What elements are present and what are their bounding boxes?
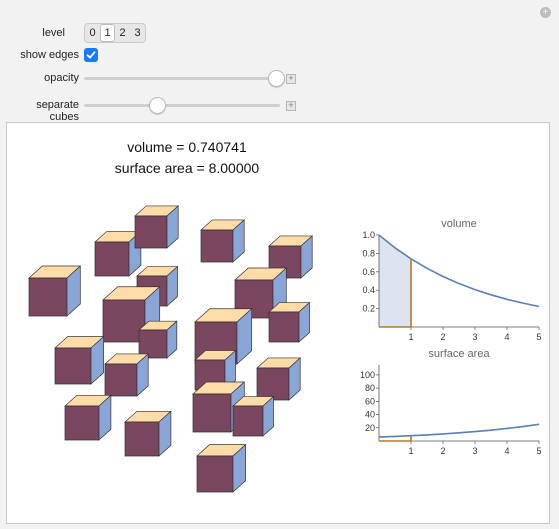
y-tick-label: 0.6 [362,267,375,277]
separate-cubes-label: separate cubes [36,99,79,123]
show-edges-checkbox[interactable] [84,48,98,62]
level-selector[interactable]: 0 1 2 3 [84,23,146,43]
chart-title: surface area [428,348,490,360]
x-tick-label: 3 [472,332,477,342]
y-tick-label: 1.0 [362,230,375,240]
cube [256,357,302,401]
y-tick-label: 0.8 [362,248,375,258]
area-fill [379,235,411,327]
level-option-1[interactable]: 1 [100,24,115,42]
separate-cubes-slider-track[interactable] [84,104,280,107]
cube [94,230,142,277]
x-tick-label: 4 [504,332,509,342]
volume-chart: volume 1 2 3 4 5 0.2 0.4 0.6 0.8 1.0 [362,218,541,342]
x-tick-label: 1 [408,446,413,456]
cube [124,410,172,457]
cube-front-face [196,455,234,493]
cube [64,394,112,441]
series-line [378,423,540,438]
y-tick-label: 0.2 [362,304,375,314]
x-tick-label: 1 [408,332,413,342]
surface-area-chart: surface area 1 2 3 4 5 20 40 60 80 100 [360,348,542,456]
plus-corner-icon[interactable]: + [540,7,551,18]
volume-readout: volume = 0.740741 [127,139,247,155]
y-tick-label: 80 [365,383,375,393]
show-edges-label: show edges [20,49,79,61]
chart-title: volume [441,218,476,230]
cube [104,353,150,397]
x-tick-label: 4 [504,446,509,456]
level-option-2[interactable]: 2 [115,24,130,42]
surface-area-readout: surface area = 8.00000 [114,160,260,176]
cube [138,320,178,359]
cube [268,301,311,343]
opacity-slider-thumb[interactable] [268,70,285,87]
cube-front-face [54,347,92,385]
cube [134,205,180,249]
cube [28,265,82,317]
cube-front-face [104,363,138,397]
level-option-0[interactable]: 0 [85,24,100,42]
x-tick-label: 5 [536,332,541,342]
cube-front-face [200,229,234,263]
separate-cubes-slider-thumb[interactable] [148,97,166,114]
y-tick-label: 40 [365,410,375,420]
cube-front-face [232,405,264,437]
cube [232,395,275,437]
cube [54,335,105,385]
cube-front-face [268,311,300,343]
level-option-3[interactable]: 3 [130,24,145,42]
output-panel: volume = 0.740741 surface area = 8.00000… [6,122,550,524]
level-label: level [42,27,65,39]
cube-front-face [28,277,68,317]
cube-front-face [134,215,168,249]
opacity-slider-track[interactable] [84,77,280,80]
cube [196,443,247,493]
menger-sponge-3d-view[interactable] [7,198,367,518]
y-tick-label: 100 [360,370,375,380]
y-tick-label: 60 [365,396,375,406]
cube-front-face [124,421,160,457]
separate-cubes-plus-button[interactable]: + [286,101,296,111]
opacity-plus-button[interactable]: + [286,74,296,84]
checkmark-icon [86,51,96,59]
y-tick-label: 20 [365,423,375,433]
cube-front-face [94,241,130,277]
x-tick-label: 2 [440,332,445,342]
x-tick-label: 3 [472,446,477,456]
cube-front-face [256,367,290,401]
x-tick-label: 2 [440,446,445,456]
cube-front-face [192,393,232,433]
x-tick-label: 5 [536,446,541,456]
cube-front-face [64,405,100,441]
cube [200,219,246,263]
opacity-label: opacity [44,72,79,84]
y-tick-label: 0.4 [362,285,375,295]
